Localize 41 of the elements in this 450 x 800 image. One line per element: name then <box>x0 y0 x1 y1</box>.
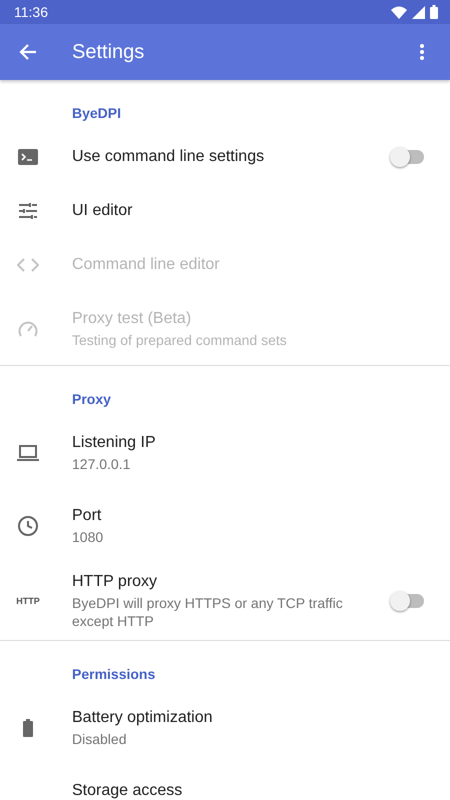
toggle-switch[interactable] <box>390 146 426 168</box>
item-title: Battery optimization <box>72 708 214 728</box>
item-summary: ByeDPI will proxy HTTPS or any TCP traffic except HTTP <box>72 594 344 630</box>
gauge-icon <box>18 320 38 338</box>
item-title: UI editor <box>72 201 134 221</box>
settings-item[interactable]: Listening IP 127.0.0.1 <box>0 416 450 489</box>
wifi-icon <box>391 6 407 18</box>
sliders-icon <box>19 202 37 220</box>
item-summary: Testing of prepared command sets <box>72 330 288 348</box>
item-summary: 127.0.0.1 <box>72 454 132 472</box>
item-summary: 1080 <box>72 528 104 546</box>
settings-item[interactable]: HTTP HTTP proxy ByeDPI will proxy HTTPS or any TCP traffic except HTTP <box>0 562 450 640</box>
http-label: HTTP <box>16 596 40 606</box>
battery-icon <box>430 5 438 19</box>
more-vertical-icon <box>420 44 424 60</box>
toggle-switch[interactable] <box>390 590 426 612</box>
item-summary: Disabled <box>72 730 128 748</box>
section-header: Proxy <box>71 390 112 409</box>
app-bar-title: Settings <box>72 40 144 64</box>
code-icon <box>17 258 39 272</box>
signal-icon <box>412 6 425 18</box>
item-title: Port <box>72 506 102 526</box>
item-title: Listening IP <box>72 432 157 452</box>
settings-item[interactable]: Storage access <box>0 764 450 800</box>
item-title: Storage access <box>72 781 184 800</box>
battery-icon <box>23 718 33 736</box>
item-title: Proxy test (Beta) <box>72 308 192 328</box>
settings-item[interactable]: Port 1080 <box>0 489 450 562</box>
back-arrow-icon <box>19 43 37 61</box>
terminal-icon <box>18 149 38 165</box>
settings-item[interactable]: Battery optimization Disabled <box>0 691 450 764</box>
clock-icon <box>18 516 38 536</box>
item-title: Command line editor <box>72 255 221 275</box>
section-header: Permissions <box>71 665 156 684</box>
section-header: ByeDPI <box>71 104 122 123</box>
item-title: Use command line settings <box>72 147 266 167</box>
item-title: HTTP proxy <box>72 572 158 592</box>
status-time: 11:36 <box>14 4 48 20</box>
settings-item[interactable]: Use command line settings <box>0 130 450 184</box>
settings-item[interactable]: UI editor <box>0 184 450 238</box>
laptop-icon <box>17 444 39 460</box>
